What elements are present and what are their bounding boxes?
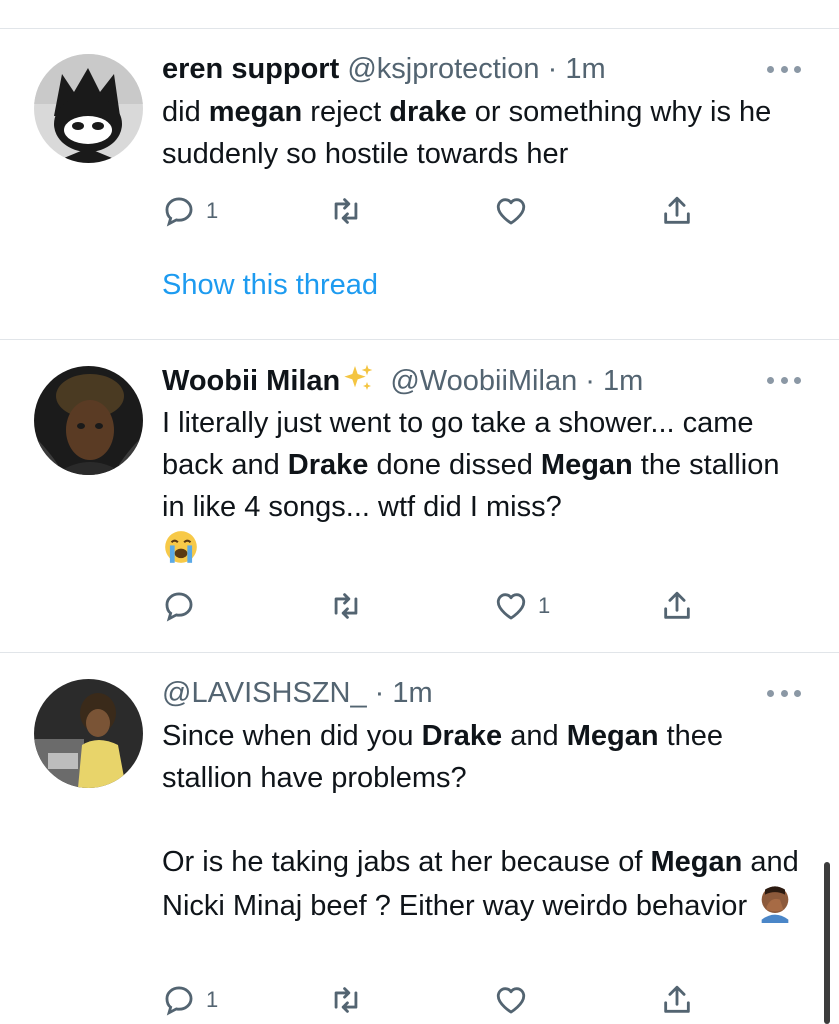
retweet-button[interactable]: [328, 980, 374, 1020]
more-icon[interactable]: [767, 375, 801, 385]
avatar-lavishszn[interactable]: [34, 679, 143, 788]
like-button[interactable]: [494, 191, 538, 231]
retweet-icon: [334, 198, 358, 224]
timestamp[interactable]: · 1m: [585, 365, 643, 397]
like-icon: [496, 987, 526, 1014]
tweet-header: Woobii Milan @WoobiiMilan · 1m: [162, 362, 802, 398]
tweet-header: eren support @ksjprotection · 1m: [162, 51, 802, 87]
handle[interactable]: @LAVISHSZN_: [162, 677, 367, 709]
reply-count: 1: [206, 198, 219, 223]
share-icon: [664, 591, 690, 619]
retweet-button[interactable]: [328, 191, 374, 231]
retweet-icon: [334, 987, 358, 1013]
retweet-button[interactable]: [328, 586, 374, 626]
tweet-1[interactable]: eren support @ksjprotection · 1m did meg…: [0, 29, 839, 339]
reply-icon: [165, 592, 193, 622]
tweet-actions: 1: [162, 980, 722, 1020]
tweet-3[interactable]: @LAVISHSZN_ · 1m Since when did you Drak…: [0, 653, 839, 1024]
like-icon: [496, 198, 526, 225]
tweet-text: did megan reject drake or something why …: [162, 96, 772, 170]
reply-button[interactable]: 1: [162, 980, 218, 1020]
share-icon: [664, 196, 690, 224]
facepalm-emoji: [755, 883, 795, 935]
avatar-ksjprotection[interactable]: [34, 54, 143, 163]
tweet-actions: 1: [162, 191, 722, 231]
reply-button[interactable]: 1: [162, 191, 218, 231]
reply-icon: [165, 197, 193, 227]
tweet-2[interactable]: Woobii Milan @WoobiiMilan · 1m I literal…: [0, 340, 839, 652]
like-count: 1: [538, 593, 551, 618]
tweet-text: I literally just went to go take a showe…: [162, 402, 802, 578]
tweet-text: Since when did you Drake and Megan thee …: [162, 715, 802, 935]
timestamp[interactable]: · 1m: [548, 53, 606, 85]
sparkles-emoji: [342, 362, 376, 403]
more-icon[interactable]: [767, 688, 801, 698]
like-button[interactable]: [494, 980, 538, 1020]
like-icon: [496, 593, 526, 620]
display-name[interactable]: eren support: [162, 53, 339, 85]
tweet-actions: 1: [162, 586, 722, 626]
more-icon[interactable]: [767, 64, 801, 74]
share-button[interactable]: [660, 191, 694, 231]
reply-button[interactable]: [162, 586, 206, 626]
reply-icon: [165, 986, 193, 1016]
like-button[interactable]: 1: [494, 586, 550, 626]
crying-face-emoji: [162, 528, 200, 578]
avatar-woobiimilan[interactable]: [34, 366, 143, 475]
reply-count: 1: [206, 987, 219, 1012]
timestamp[interactable]: · 1m: [375, 677, 433, 709]
handle[interactable]: @WoobiiMilan: [390, 365, 577, 397]
share-button[interactable]: [660, 980, 694, 1020]
show-thread-link[interactable]: Show this thread: [162, 269, 378, 302]
handle[interactable]: @ksjprotection: [347, 53, 539, 85]
display-name[interactable]: Woobii Milan: [162, 365, 340, 397]
scrollbar[interactable]: [824, 862, 830, 1024]
retweet-icon: [334, 593, 358, 619]
tweet-header: @LAVISHSZN_ · 1m: [162, 675, 802, 711]
share-icon: [664, 985, 690, 1013]
share-button[interactable]: [660, 586, 694, 626]
